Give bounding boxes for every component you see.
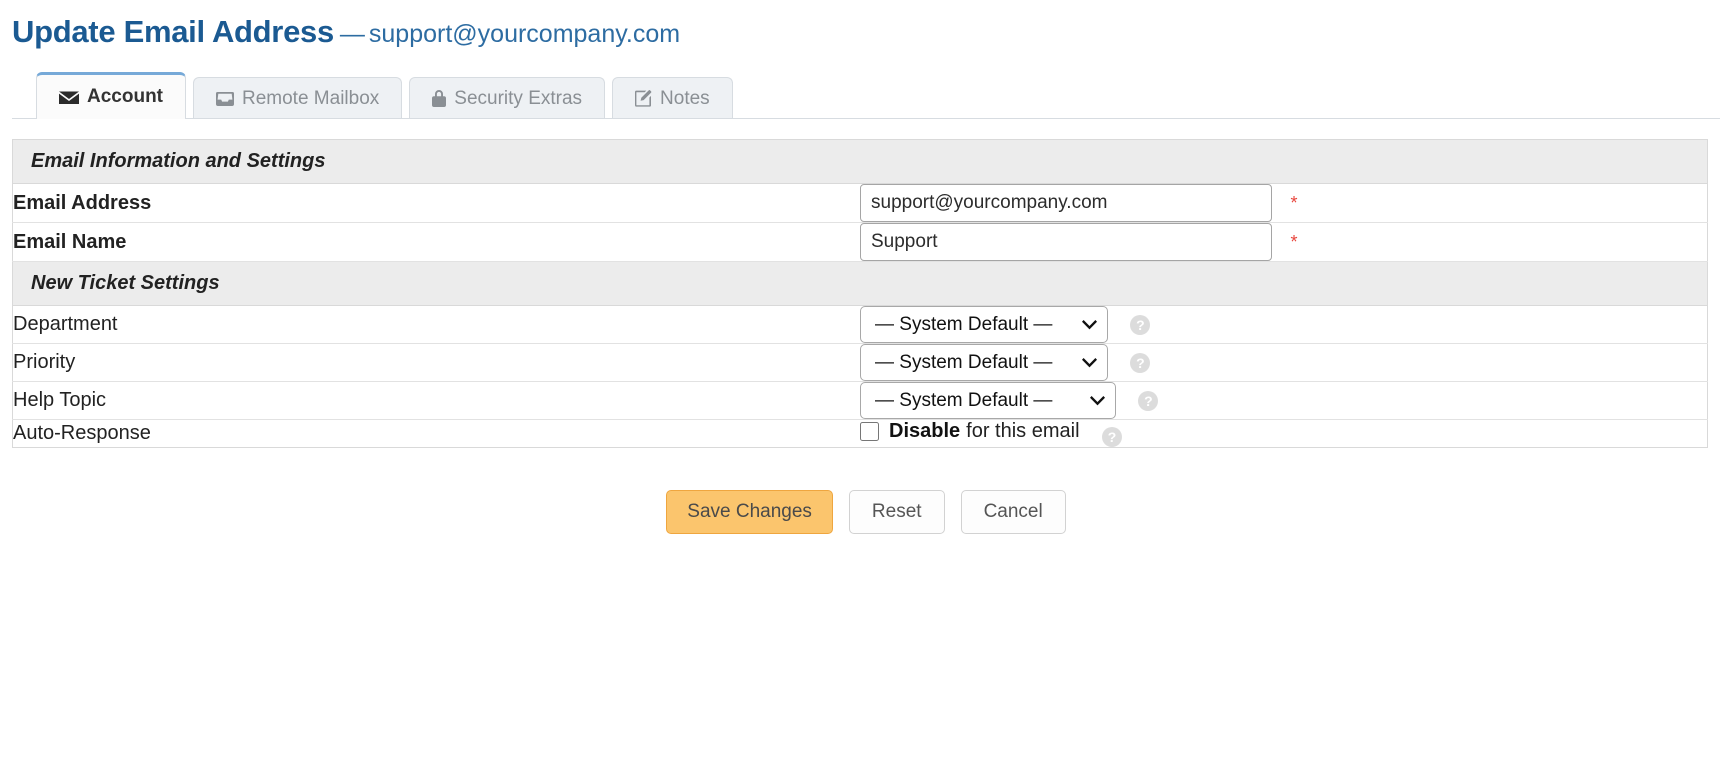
section-header-email-info: Email Information and Settings [12,139,1708,184]
cancel-button[interactable]: Cancel [960,489,1066,534]
envelope-icon [59,90,79,105]
email-name-input[interactable] [860,223,1272,261]
priority-select[interactable]: — System Default — [860,344,1108,381]
chevron-down-icon [1082,357,1097,368]
page-title: Update Email Address [12,14,334,49]
chevron-down-icon [1090,395,1105,406]
tab-bar-underline [12,118,1720,119]
row-email-address: Email Address * [12,183,1708,223]
auto-response-disable-checkbox[interactable] [860,422,879,441]
lock-icon [432,90,447,107]
title-separator: — [339,20,365,48]
tab-account-label: Account [87,86,163,107]
tab-bar: Account Remote Mailbox Security Extras N… [0,72,1720,119]
row-help-topic: Help Topic — System Default — ? [12,381,1708,420]
label-email-name: Email Name [12,222,860,262]
auto-response-disable-label[interactable]: Disable for this email [860,420,1080,443]
update-email-address-page: Update Email Address — support@yourcompany… [0,0,1720,760]
email-settings-table: Email Information and Settings Email Add… [12,139,1708,448]
required-indicator: * [1290,192,1298,213]
page-header: Update Email Address — support@yourcompany… [0,0,1720,50]
help-topic-select-value: — System Default — [875,389,1053,411]
reset-button[interactable]: Reset [848,489,945,534]
auto-response-strong-text: Disable [889,420,961,442]
label-email-address: Email Address [12,183,860,223]
row-auto-response: Auto-Response Disable for this email ? [12,419,1708,448]
label-auto-response: Auto-Response [13,421,151,444]
help-icon[interactable]: ? [1130,352,1151,373]
help-icon[interactable]: ? [1130,314,1151,335]
label-priority: Priority [12,343,860,382]
section-header-new-ticket: New Ticket Settings [12,261,1708,306]
priority-select-value: — System Default — [875,351,1053,373]
label-department: Department [12,305,860,344]
auto-response-rest-text: for this email [966,420,1080,442]
tab-security-extras-label: Security Extras [454,87,583,109]
section-title-new-ticket: New Ticket Settings [31,272,220,294]
row-priority: Priority — System Default — ? [12,343,1708,382]
tab-account[interactable]: Account [36,72,186,119]
department-select-value: — System Default — [875,313,1053,335]
label-help-topic: Help Topic [12,381,860,420]
help-icon[interactable]: ? [1101,426,1122,447]
form-action-bar: Save Changes Reset Cancel [12,489,1708,534]
tab-remote-mailbox[interactable]: Remote Mailbox [193,77,403,119]
help-icon[interactable]: ? [1138,390,1159,411]
save-changes-button[interactable]: Save Changes [666,489,833,534]
email-address-input[interactable] [860,184,1272,222]
edit-square-icon [635,90,652,107]
tab-notes-label: Notes [660,87,710,109]
row-email-name: Email Name * [12,222,1708,262]
chevron-down-icon [1082,319,1097,330]
required-indicator: * [1290,231,1298,252]
row-department: Department — System Default — ? [12,305,1708,344]
inbox-icon [216,91,234,107]
department-select[interactable]: — System Default — [860,306,1108,343]
page-subject-email: support@yourcompany.com [368,20,681,48]
tab-remote-mailbox-label: Remote Mailbox [242,87,380,109]
section-title-email-info: Email Information and Settings [31,150,326,172]
form-container: Email Information and Settings Email Add… [0,119,1720,534]
help-topic-select[interactable]: — System Default — [860,382,1116,419]
tab-notes[interactable]: Notes [612,77,733,119]
tab-security-extras[interactable]: Security Extras [409,77,606,119]
